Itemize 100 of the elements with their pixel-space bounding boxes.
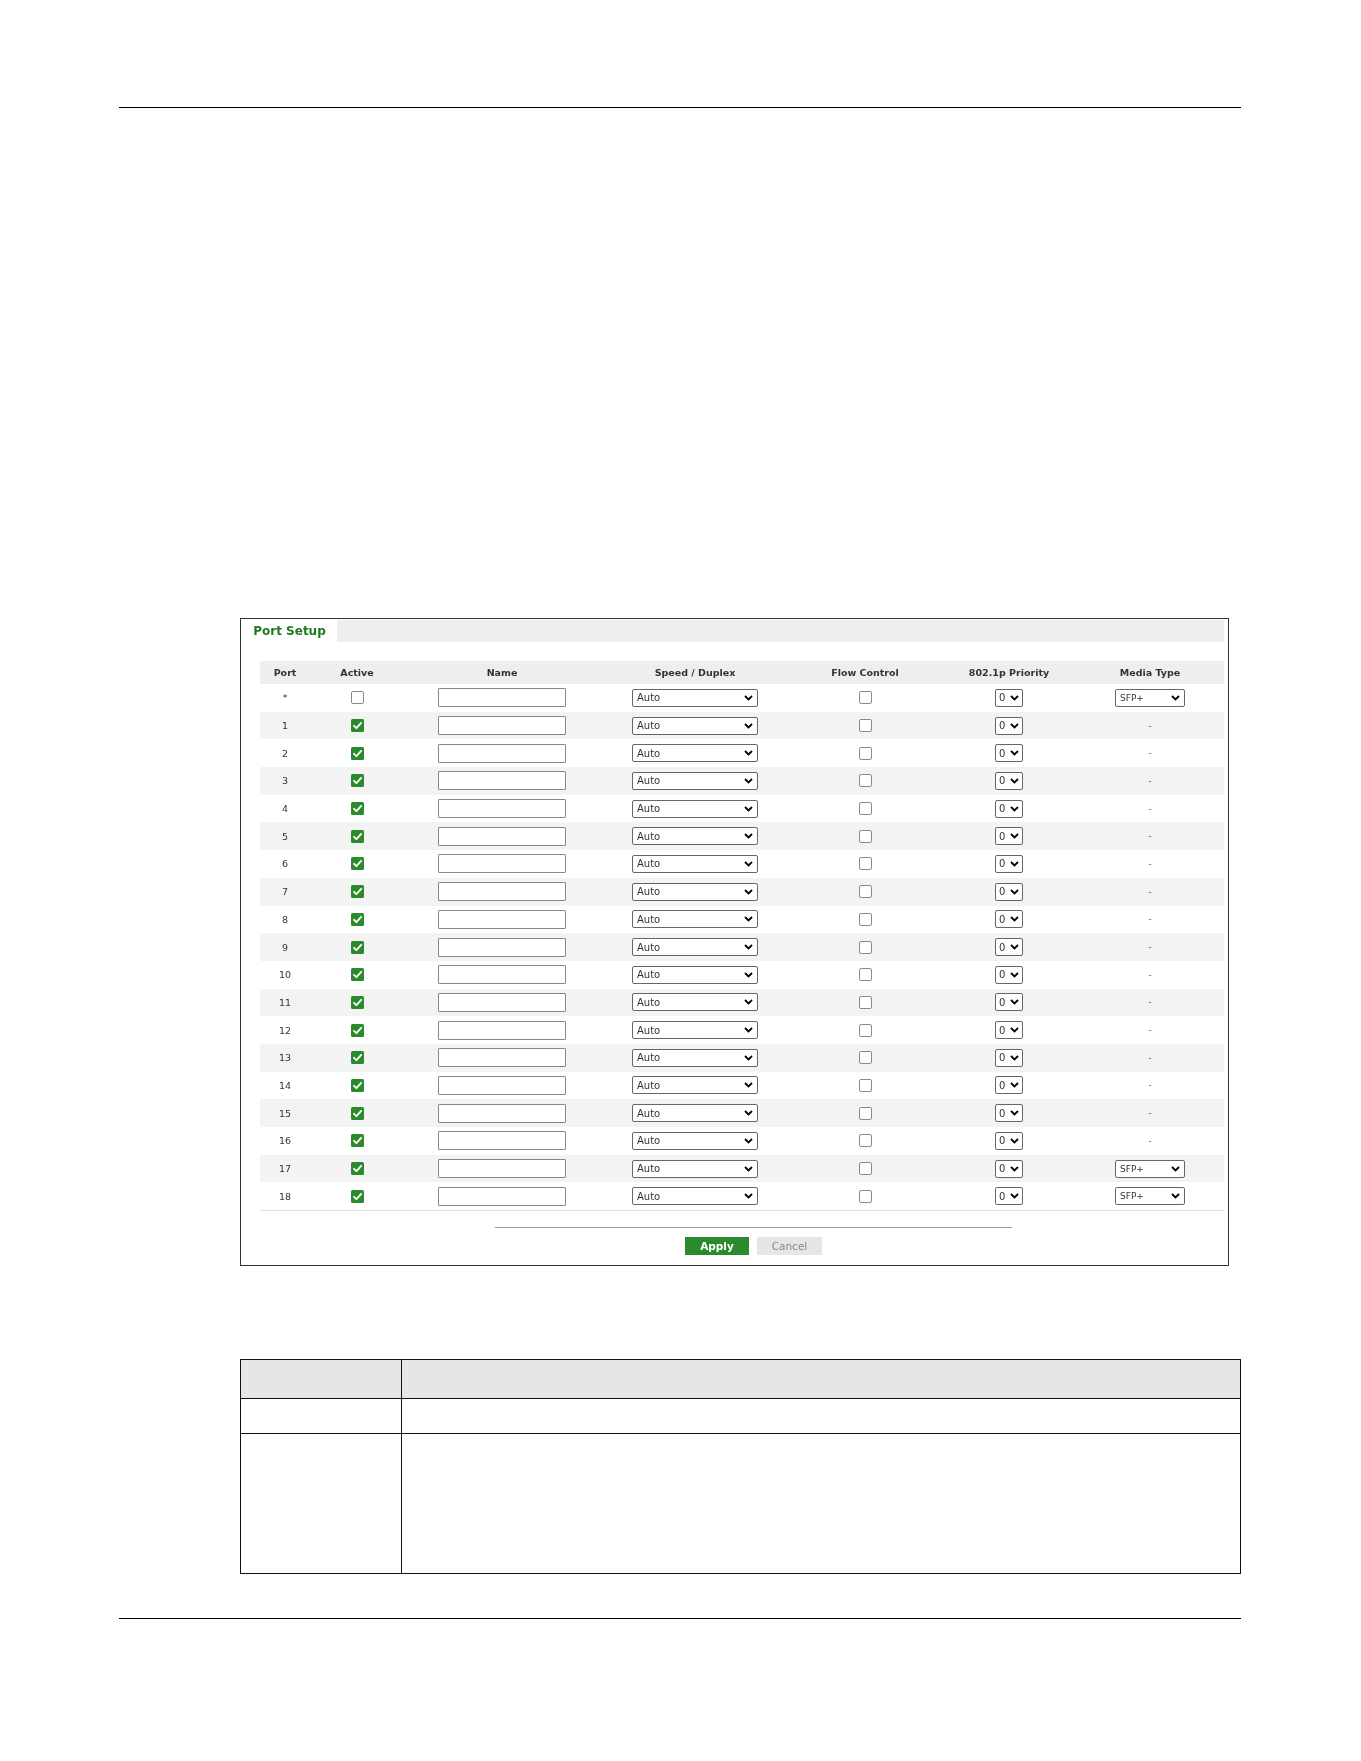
name-field[interactable] [438,1159,566,1179]
flow-control-checkbox[interactable] [858,885,872,899]
apply-button[interactable]: Apply [685,1237,749,1256]
flow-control-checkbox[interactable] [858,912,872,926]
name-field[interactable] [438,992,566,1012]
active-checkbox[interactable] [350,1051,364,1065]
active-checkbox[interactable] [350,968,364,982]
priority-select[interactable]: 0 [995,716,1023,735]
name-field[interactable] [438,799,566,819]
priority-select[interactable]: 0 [995,1187,1023,1206]
active-checkbox[interactable] [350,691,364,705]
active-checkbox[interactable] [350,719,364,733]
speed-select[interactable]: Auto [632,938,758,957]
speed-select[interactable]: Auto [632,910,758,929]
media-type-select[interactable]: SFP+ [1115,688,1185,707]
priority-select[interactable]: 0 [995,799,1023,818]
speed-select[interactable]: Auto [632,854,758,873]
priority-select[interactable]: 0 [995,910,1023,929]
priority-select[interactable]: 0 [995,771,1023,790]
name-field[interactable] [438,1075,566,1095]
speed-select[interactable]: Auto [632,993,758,1012]
priority-select[interactable]: 0 [995,882,1023,901]
flow-control-checkbox[interactable] [858,995,872,1009]
active-checkbox[interactable] [350,1189,364,1203]
flow-control-checkbox[interactable] [858,1189,872,1203]
speed-select[interactable]: Auto [632,1187,758,1206]
active-checkbox[interactable] [350,802,364,816]
priority-select[interactable]: 0 [995,965,1023,984]
speed-select[interactable]: Auto [632,1076,758,1095]
priority-select[interactable]: 0 [995,938,1023,957]
speed-select[interactable]: Auto [632,744,758,763]
active-checkbox[interactable] [350,885,364,899]
flow-control-checkbox[interactable] [858,691,872,705]
priority-select[interactable]: 0 [995,1131,1023,1150]
active-checkbox[interactable] [350,1078,364,1092]
priority-select[interactable]: 0 [995,1021,1023,1040]
speed-select[interactable]: Auto [632,1021,758,1040]
priority-select[interactable]: 0 [995,744,1023,763]
flow-control-checkbox[interactable] [858,829,872,843]
name-field[interactable] [438,688,566,708]
priority-select[interactable]: 0 [995,1104,1023,1123]
flow-control-checkbox[interactable] [858,1051,872,1065]
speed-select[interactable]: Auto [632,882,758,901]
active-checkbox[interactable] [350,829,364,843]
priority-select[interactable]: 0 [995,1048,1023,1067]
name-field[interactable] [438,1186,566,1206]
active-checkbox[interactable] [350,857,364,871]
flow-control-checkbox[interactable] [858,1134,872,1148]
flow-control-checkbox[interactable] [858,1023,872,1037]
flow-control-checkbox[interactable] [858,774,872,788]
name-field[interactable] [438,1020,566,1040]
active-checkbox[interactable] [350,1134,364,1148]
flow-control-checkbox[interactable] [858,968,872,982]
priority-select[interactable]: 0 [995,1076,1023,1095]
speed-select[interactable]: Auto [632,688,758,707]
name-field[interactable] [438,716,566,736]
flow-control-checkbox[interactable] [858,857,872,871]
active-checkbox[interactable] [350,1023,364,1037]
flow-control-checkbox[interactable] [858,746,872,760]
name-field[interactable] [438,743,566,763]
speed-select[interactable]: Auto [632,1159,758,1178]
priority-select[interactable]: 0 [995,854,1023,873]
active-checkbox[interactable] [350,746,364,760]
active-checkbox[interactable] [350,1106,364,1120]
flow-control-checkbox[interactable] [858,1078,872,1092]
name-field[interactable] [438,1048,566,1068]
flow-control-checkbox[interactable] [858,940,872,954]
name-field[interactable] [438,1103,566,1123]
active-checkbox[interactable] [350,1162,364,1176]
active-checkbox[interactable] [350,774,364,788]
media-type-select[interactable]: SFP+ [1115,1187,1185,1206]
speed-select[interactable]: Auto [632,965,758,984]
port-setup-tab[interactable]: Port Setup [242,620,337,642]
speed-select[interactable]: Auto [632,716,758,735]
name-field[interactable] [438,854,566,874]
media-type-select[interactable]: SFP+ [1115,1159,1185,1178]
speed-select[interactable]: Auto [632,827,758,846]
flow-control-checkbox[interactable] [858,1162,872,1176]
name-field[interactable] [438,965,566,985]
speed-select[interactable]: Auto [632,1104,758,1123]
flow-control-checkbox[interactable] [858,1106,872,1120]
speed-select[interactable]: Auto [632,1048,758,1067]
name-field[interactable] [438,937,566,957]
speed-select[interactable]: Auto [632,799,758,818]
priority-select[interactable]: 0 [995,827,1023,846]
active-checkbox[interactable] [350,940,364,954]
flow-control-checkbox[interactable] [858,802,872,816]
active-checkbox[interactable] [350,912,364,926]
active-checkbox[interactable] [350,995,364,1009]
name-field[interactable] [438,1131,566,1151]
priority-select[interactable]: 0 [995,688,1023,707]
speed-select[interactable]: Auto [632,771,758,790]
speed-select[interactable]: Auto [632,1131,758,1150]
name-field[interactable] [438,882,566,902]
name-field[interactable] [438,909,566,929]
priority-select[interactable]: 0 [995,1159,1023,1178]
name-field[interactable] [438,771,566,791]
priority-select[interactable]: 0 [995,993,1023,1012]
name-field[interactable] [438,826,566,846]
flow-control-checkbox[interactable] [858,719,872,733]
